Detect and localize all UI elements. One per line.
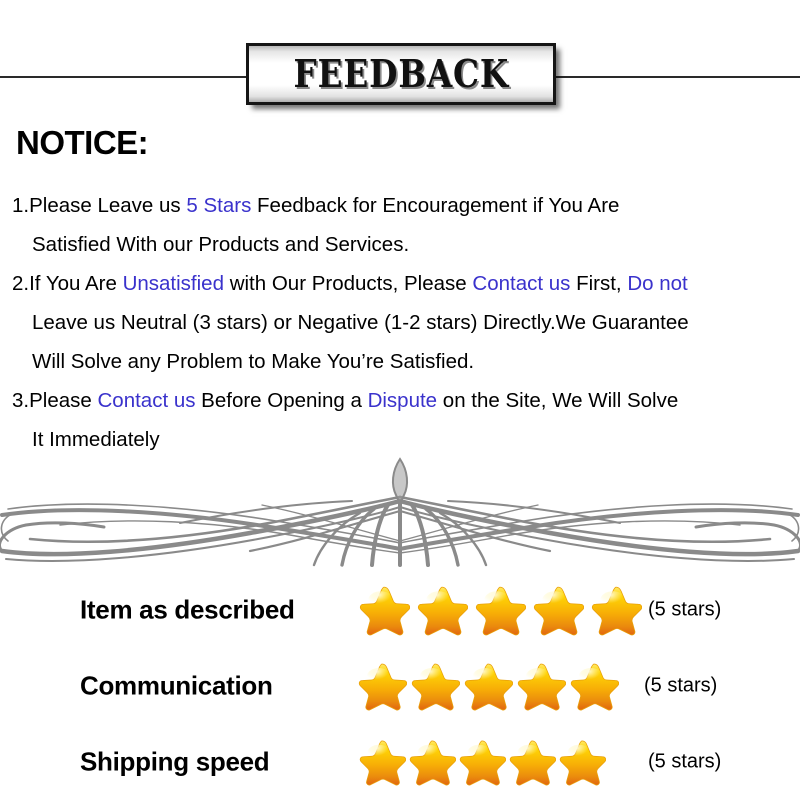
- feedback-title: FEEDBACK: [293, 51, 509, 96]
- star-icon: [559, 740, 606, 786]
- star-4[interactable]: [532, 584, 584, 636]
- star-2[interactable]: [408, 738, 456, 786]
- notice-highlight-text: Dispute: [367, 389, 438, 412]
- star-icon: [591, 586, 642, 636]
- feedback-banner-area: FEEDBACK: [0, 0, 800, 118]
- notice-line: Leave us Neutral (3 stars) or Negative (…: [12, 303, 800, 342]
- rating-stars[interactable]: [358, 584, 648, 636]
- star-1[interactable]: [358, 584, 410, 636]
- notice-highlight-text: Unsatisfied: [122, 272, 224, 295]
- notice-text: Feedback for Encouragement if You Are: [251, 194, 620, 217]
- star-icon: [517, 663, 566, 711]
- star-3[interactable]: [458, 738, 506, 786]
- notice-text: on the Site, We Will Solve: [437, 389, 679, 412]
- star-5[interactable]: [558, 738, 606, 786]
- star-icon: [459, 740, 506, 786]
- rating-count-label: (5 stars): [644, 674, 718, 697]
- rating-count-label: (5 stars): [648, 750, 722, 773]
- star-icon: [509, 740, 556, 786]
- notice-item: 1.Please Leave us 5 Stars Feedback for E…: [12, 186, 800, 264]
- notice-text: Before Opening a: [195, 389, 368, 412]
- star-1[interactable]: [358, 738, 406, 786]
- notice-text: Satisfied With our Products and Services…: [32, 233, 410, 256]
- notice-text: 3.Please: [12, 389, 98, 412]
- star-icon: [464, 663, 513, 711]
- rating-label: Communication: [80, 670, 273, 701]
- rating-row: Item as described (5 stars): [0, 572, 800, 648]
- star-icon: [533, 586, 584, 636]
- rating-row: Communication (5 stars): [0, 648, 800, 724]
- star-icon: [570, 663, 619, 711]
- star-5[interactable]: [569, 661, 619, 711]
- flourish-icon: [0, 457, 800, 567]
- notice-item: 2.If You Are Unsatisfied with Our Produc…: [12, 264, 800, 381]
- star-icon: [411, 663, 460, 711]
- notice-line: It Immediately: [12, 420, 800, 459]
- star-5[interactable]: [590, 584, 642, 636]
- flourish-center: [179, 457, 621, 567]
- notice-highlight-text: Contact us: [97, 389, 196, 412]
- notice-text: It Immediately: [32, 428, 160, 451]
- star-2[interactable]: [416, 584, 468, 636]
- star-icon: [358, 663, 407, 711]
- rating-label: Shipping speed: [80, 746, 270, 777]
- header-rule-right: [552, 76, 800, 78]
- star-icon: [359, 740, 406, 786]
- decorative-flourish-divider: [0, 455, 800, 567]
- notice-highlight-text: Contact us: [472, 272, 571, 295]
- notice-line: 3.Please Contact us Before Opening a Dis…: [12, 381, 800, 420]
- notice-item: 3.Please Contact us Before Opening a Dis…: [12, 381, 800, 459]
- notice-text: 1.Please Leave us: [12, 194, 187, 217]
- star-4[interactable]: [508, 738, 556, 786]
- notice-line: 2.If You Are Unsatisfied with Our Produc…: [12, 264, 800, 303]
- notice-text: First,: [570, 272, 628, 295]
- rating-stars[interactable]: [357, 661, 622, 711]
- notice-list: 1.Please Leave us 5 Stars Feedback for E…: [12, 186, 800, 459]
- star-4[interactable]: [516, 661, 566, 711]
- ratings-section: Item as described (5 stars) Communication (…: [0, 572, 800, 800]
- star-3[interactable]: [474, 584, 526, 636]
- notice-line: Will Solve any Problem to Make You’re Sa…: [12, 342, 800, 381]
- notice-highlight-text: 5 Stars: [186, 194, 252, 217]
- star-icon: [409, 740, 456, 786]
- notice-highlight-text: Do not: [627, 272, 688, 295]
- star-3[interactable]: [463, 661, 513, 711]
- rating-label: Item as described: [80, 594, 295, 625]
- star-icon: [475, 586, 526, 636]
- notice-line: Satisfied With our Products and Services…: [12, 225, 800, 264]
- rating-stars[interactable]: [358, 738, 608, 786]
- star-2[interactable]: [410, 661, 460, 711]
- notice-text: 2.If You Are: [12, 272, 123, 295]
- star-1[interactable]: [357, 661, 407, 711]
- rating-row: Shipping speed (5 stars): [0, 724, 800, 800]
- star-icon: [359, 586, 410, 636]
- notice-text: with Our Products, Please: [224, 272, 473, 295]
- header-rule-left: [0, 76, 248, 78]
- page-title: NOTICE:: [16, 124, 149, 161]
- notice-line: 1.Please Leave us 5 Stars Feedback for E…: [12, 186, 800, 225]
- star-icon: [417, 586, 468, 636]
- notice-text: Will Solve any Problem to Make You’re Sa…: [32, 350, 475, 373]
- notice-text: Leave us Neutral (3 stars) or Negative (…: [32, 311, 689, 334]
- feedback-banner: FEEDBACK: [246, 43, 556, 105]
- rating-count-label: (5 stars): [648, 598, 722, 621]
